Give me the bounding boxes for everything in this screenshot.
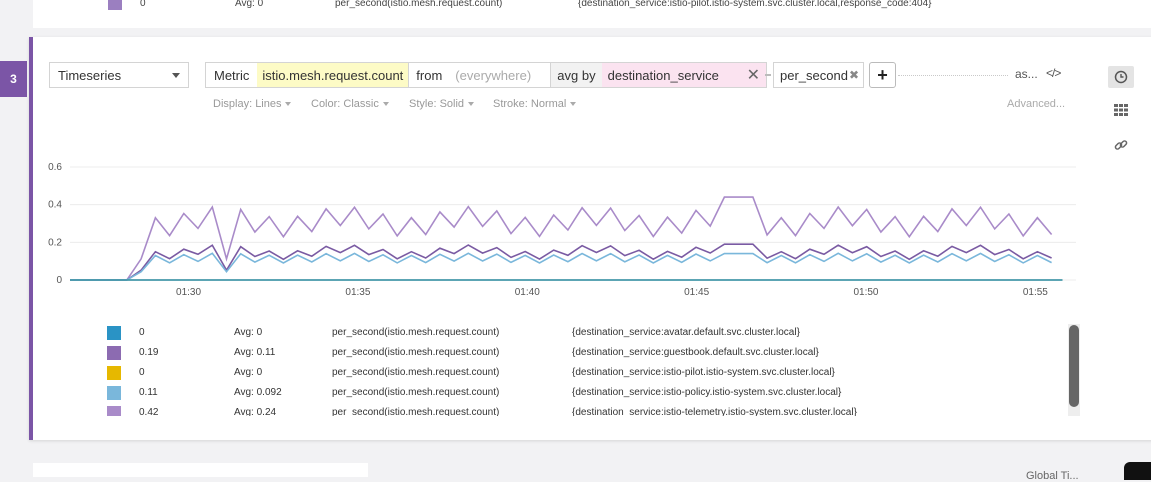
legend-metric: per_second(istio.mesh.request.count) <box>332 367 500 378</box>
legend-swatch <box>107 366 121 380</box>
legend-swatch <box>107 386 121 400</box>
legend-metric: per_second(istio.mesh.request.count) <box>335 0 503 9</box>
chevron-down-icon <box>382 102 389 107</box>
visualization-value: Timeseries <box>58 67 122 83</box>
clock-icon[interactable] <box>1108 66 1134 88</box>
chart-legend: 0 Avg: 0 per_second(istio.mesh.request.cou… <box>105 324 1067 416</box>
connector-line <box>765 74 771 76</box>
query-row-number: 3 <box>0 61 27 97</box>
visualization-select[interactable]: Timeseries <box>49 62 189 88</box>
legend-swatch <box>107 346 121 360</box>
legend-scrollbar-thumb[interactable] <box>1069 325 1079 407</box>
legend-avg: Avg: 0 <box>234 367 263 378</box>
x-tick-label: 01:50 <box>853 287 878 298</box>
chevron-down-icon <box>172 73 180 78</box>
grid-icon[interactable] <box>1108 99 1134 121</box>
x-tick-label: 01:30 <box>176 287 201 298</box>
group-by-value: destination_service <box>607 67 719 83</box>
metric-label: Metric <box>206 63 258 87</box>
legend-tags: {destination_service:istio-pilot.istio-s… <box>572 367 835 378</box>
aggregation-select[interactable]: avg by <box>550 63 602 87</box>
legend-metric: per_second(istio.mesh.request.count) <box>332 327 500 338</box>
legend-avg: Avg: 0.11 <box>234 347 276 358</box>
stroke-option[interactable]: Stroke: Normal <box>493 98 577 110</box>
legend-avg: Avg: 0.092 <box>234 387 282 398</box>
y-tick-label: 0 <box>56 275 62 286</box>
legend-value: 0.42 <box>139 407 159 416</box>
legend-value: 0.19 <box>139 347 159 358</box>
style-option[interactable]: Style: Solid <box>409 98 475 110</box>
divider <box>898 75 1008 76</box>
y-tick-label: 0.6 <box>48 162 62 173</box>
close-icon[interactable]: ✕ <box>747 65 760 85</box>
query-editor: Metric istio.mesh.request.count from (ev… <box>205 62 767 88</box>
legend-tags: {destination_service:avatar.default.svc.… <box>572 327 800 338</box>
y-tick-label: 0.2 <box>48 237 62 248</box>
timeseries-chart[interactable]: 0 0.2 0.4 0.6 01:30 01:35 01:40 01:45 01:50 01:55… <box>40 155 1085 305</box>
legend-tags: {destination_service:istio-telemetry.ist… <box>572 407 857 416</box>
add-function-button[interactable]: + <box>869 62 896 88</box>
legend-tags: {destination_service:guestbook.default.s… <box>572 347 819 358</box>
legend-metric: per_second(istio.mesh.request.count) <box>332 387 500 398</box>
display-option[interactable]: Display: Lines <box>213 98 292 110</box>
x-tick-label: 01:55 <box>1023 287 1048 298</box>
alias-link[interactable]: as... <box>1015 67 1038 81</box>
group-by-tag[interactable]: destination_service ✕ <box>601 63 766 87</box>
legend-tags: {destination_service:istio-pilot.istio-s… <box>578 0 932 9</box>
legend-value: 0 <box>139 367 145 378</box>
from-input[interactable]: (everywhere) <box>449 63 550 87</box>
color-option[interactable]: Color: Classic <box>311 98 389 110</box>
function-tag[interactable]: per_second ✖ <box>773 62 864 88</box>
chevron-down-icon <box>570 102 577 107</box>
link-icon[interactable] <box>1108 134 1134 156</box>
legend-swatch <box>108 0 122 10</box>
legend-value: 0 <box>140 0 146 9</box>
x-tick-label: 01:40 <box>515 287 540 298</box>
legend-metric: per_second(istio.mesh.request.count) <box>332 347 500 358</box>
advanced-link[interactable]: Advanced... <box>1007 98 1065 110</box>
next-panel <box>33 463 368 477</box>
series-line <box>70 243 1052 281</box>
chevron-down-icon <box>468 102 475 107</box>
legend-avg: Avg: 0.24 <box>234 407 277 416</box>
legend-avg: Avg: 0 <box>235 0 264 9</box>
legend-swatch <box>107 406 121 416</box>
global-time-label: Global Ti... <box>1026 470 1079 482</box>
from-label: from <box>408 63 449 87</box>
series-line <box>70 196 1053 281</box>
chevron-down-icon <box>285 102 292 107</box>
legend-avg: Avg: 0 <box>234 327 263 338</box>
legend-tags: {destination_service:istio-policy.istio-… <box>572 387 842 398</box>
legend-metric: per_second(istio.mesh.request.count) <box>332 407 500 416</box>
x-tick-label: 01:45 <box>684 287 709 298</box>
legend-value: 0.11 <box>139 387 158 398</box>
x-tick-label: 01:35 <box>345 287 370 298</box>
floating-button[interactable] <box>1124 462 1151 480</box>
legend-value: 0 <box>139 327 145 338</box>
legend-swatch <box>107 326 121 340</box>
function-value: per_second <box>780 67 848 83</box>
code-icon[interactable]: </> <box>1046 66 1061 80</box>
previous-panel-legend-row: 0 Avg: 0 per_second(istio.mesh.request.c… <box>33 0 1151 28</box>
close-icon[interactable]: ✖ <box>849 68 859 82</box>
metric-input[interactable]: istio.mesh.request.count <box>257 63 409 87</box>
y-tick-label: 0.4 <box>48 200 62 211</box>
